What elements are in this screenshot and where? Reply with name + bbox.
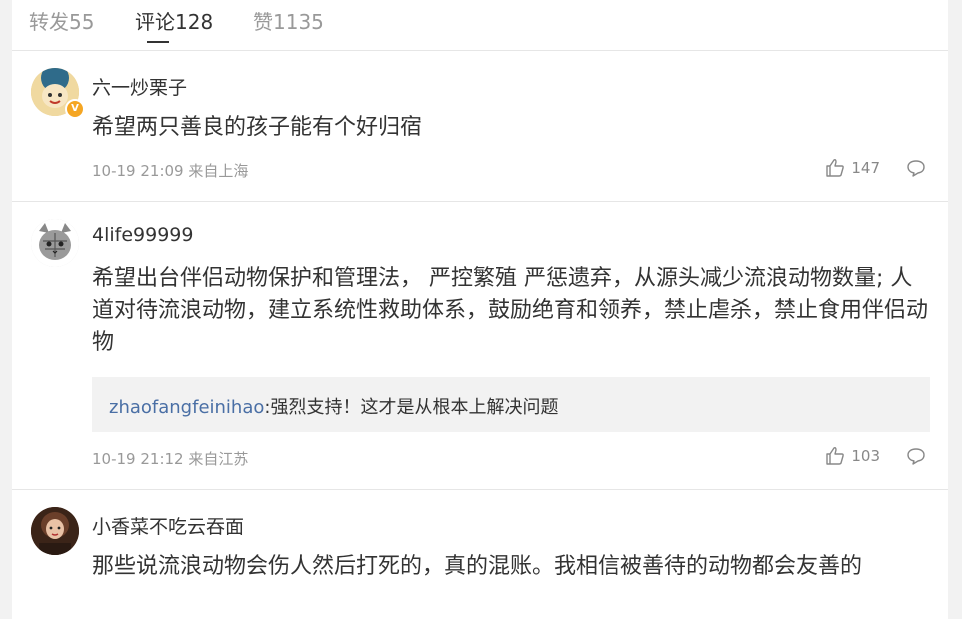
comment-item: 小香菜不吃云吞面 那些说流浪动物会伤人然后打死的，真的混账。我相信被善待的动物都… bbox=[12, 490, 948, 619]
reply-username[interactable]: zhaofangfeinihao bbox=[109, 397, 264, 418]
reply-content: zhaofangfeinihao:强烈支持！这才是从根本上解决问题 bbox=[109, 393, 558, 419]
comment-username[interactable]: 小香菜不吃云吞面 bbox=[92, 512, 244, 539]
reply-box: zhaofangfeinihao:强烈支持！这才是从根本上解决问题 bbox=[92, 377, 930, 432]
comment-username[interactable]: 六一炒栗子 bbox=[92, 73, 187, 100]
tab-comments[interactable]: 评论128 bbox=[135, 6, 213, 35]
avatar[interactable] bbox=[31, 219, 79, 267]
comment-meta: 10-19 21:09 来自上海 bbox=[92, 160, 248, 181]
active-tab-indicator bbox=[147, 41, 169, 43]
comment-meta: 10-19 21:12 来自江苏 bbox=[92, 448, 248, 469]
comment-location: 来自上海 bbox=[188, 162, 249, 180]
verified-badge-icon: V bbox=[65, 99, 85, 119]
comment-time: 10-19 21:12 bbox=[92, 450, 184, 468]
comment-time: 10-19 21:09 bbox=[92, 162, 184, 180]
tab-reposts[interactable]: 转发55 bbox=[29, 6, 94, 35]
avatar-image bbox=[31, 219, 79, 267]
reply-text: :强烈支持！这才是从根本上解决问题 bbox=[264, 397, 559, 418]
avatar[interactable] bbox=[31, 507, 79, 555]
comment-actions: 103 bbox=[825, 446, 926, 466]
tab-bar: 转发55 评论128 赞1135 bbox=[12, 0, 948, 51]
comment-text: 希望出台伴侣动物保护和管理法， 严控繁殖 严惩遗弃，从源头减少流浪动物数量; 人… bbox=[92, 266, 929, 355]
comments-panel: 转发55 评论128 赞1135 V 六一炒栗子 希望两只善良的孩子能有个好归宿… bbox=[12, 0, 948, 619]
thumbs-up-icon bbox=[826, 159, 845, 177]
comment-bubble-icon[interactable] bbox=[906, 446, 926, 466]
comment-bubble-icon[interactable] bbox=[906, 158, 926, 178]
comment-actions: 147 bbox=[825, 158, 926, 178]
like-count: 147 bbox=[851, 159, 880, 177]
like-button[interactable]: 147 bbox=[825, 158, 880, 178]
comment-username[interactable]: 4life99999 bbox=[92, 224, 193, 246]
thumbs-up-icon bbox=[826, 447, 845, 465]
tab-likes[interactable]: 赞1135 bbox=[253, 6, 324, 35]
comment-item: 4life99999 希望出台伴侣动物保护和管理法， 严控繁殖 严惩遗弃，从源头… bbox=[12, 202, 948, 489]
like-button[interactable]: 103 bbox=[825, 446, 880, 466]
comment-text: 那些说流浪动物会伤人然后打死的，真的混账。我相信被善待的动物都会友善的 bbox=[92, 554, 863, 579]
like-count: 103 bbox=[851, 447, 880, 465]
comment-location: 来自江苏 bbox=[188, 450, 249, 468]
comment-text: 希望两只善良的孩子能有个好归宿 bbox=[92, 115, 423, 140]
comment-item: V 六一炒栗子 希望两只善良的孩子能有个好归宿 10-19 21:09 来自上海… bbox=[12, 51, 948, 201]
avatar-image bbox=[31, 507, 79, 555]
